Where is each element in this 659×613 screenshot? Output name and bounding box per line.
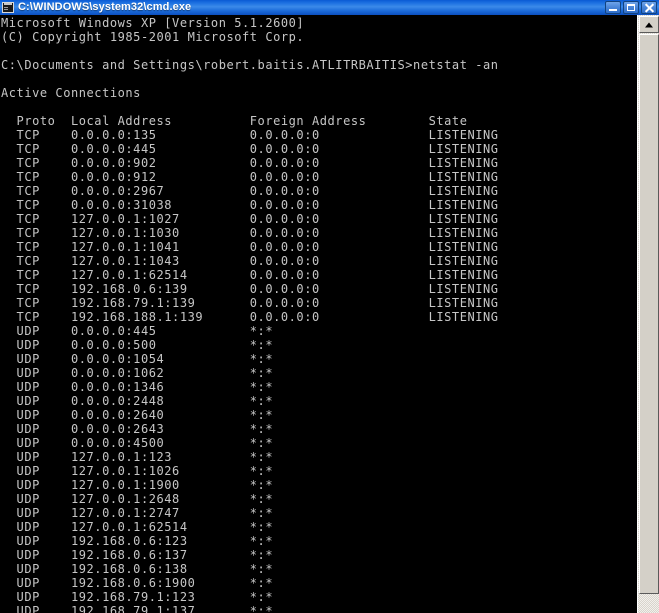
close-button[interactable]: [641, 1, 657, 14]
maximize-button[interactable]: [623, 1, 639, 14]
minimize-icon: [609, 9, 617, 11]
restore-icon: [627, 4, 635, 11]
vertical-scrollbar[interactable]: [637, 15, 659, 613]
scrollbar-thumb[interactable]: [639, 34, 659, 594]
scroll-up-button[interactable]: [639, 16, 659, 33]
minimize-button[interactable]: [605, 1, 621, 14]
console-icon: [2, 2, 14, 13]
title-bar[interactable]: C:\WINDOWS\system32\cmd.exe: [0, 0, 659, 15]
cmd-window: C:\WINDOWS\system32\cmd.exe Microsoft Wi…: [0, 0, 659, 613]
console-text: Microsoft Windows XP [Version 5.1.2600] …: [1, 16, 499, 613]
console-output-area[interactable]: Microsoft Windows XP [Version 5.1.2600] …: [0, 15, 637, 613]
scroll-up-arrow-icon: [645, 22, 653, 27]
window-controls: [605, 1, 657, 14]
window-title: C:\WINDOWS\system32\cmd.exe: [18, 1, 192, 13]
